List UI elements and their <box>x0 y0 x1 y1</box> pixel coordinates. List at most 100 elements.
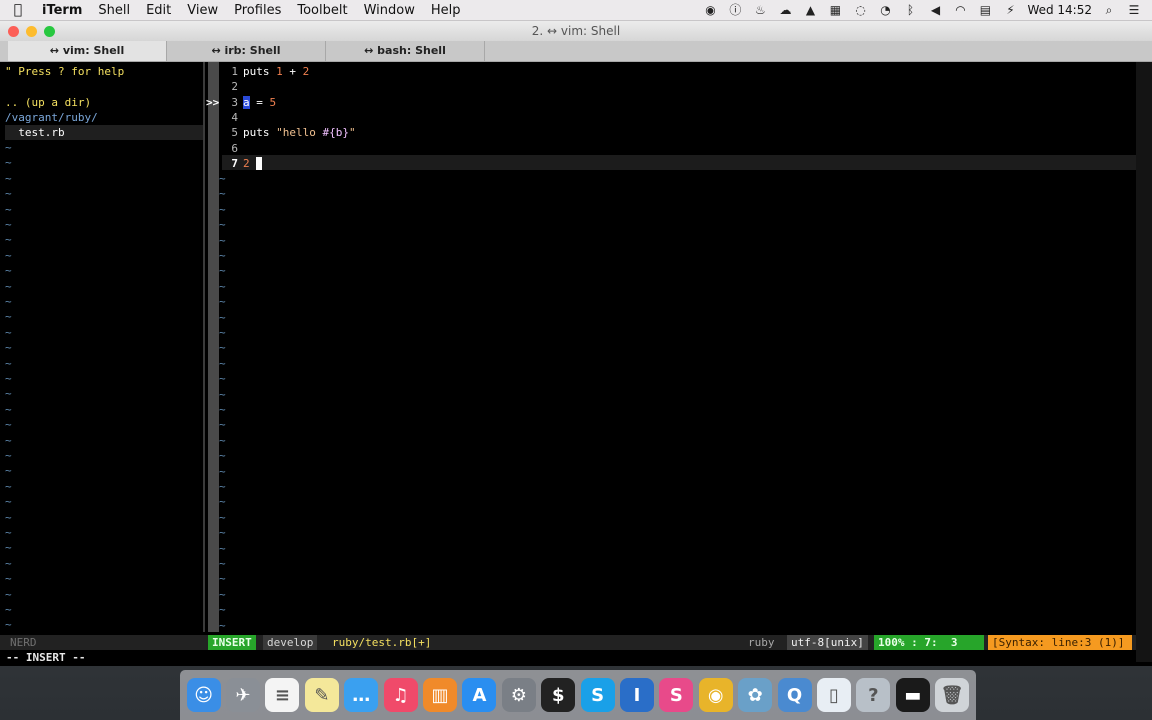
editor-pane[interactable]: ~ ~ ~ ~ ~ ~ ~ ~ ~ ~ ~ ~ ~ ~ ~ ~ ~ ~ ~ ~ ~ ~ ~ ~ ~ ~ ~ ~ ~ ~1 puts 1 + … <box>219 62 1136 632</box>
dock-1password-icon[interactable]: I <box>619 678 654 712</box>
empty-line-marker: ~ <box>219 279 226 293</box>
empty-line-marker: ~ <box>5 433 12 447</box>
empty-line-marker: ~ <box>219 172 226 185</box>
status-line: NERD INSERT develop ruby/test.rb[+] ruby… <box>0 635 1136 650</box>
dock-system-preferences-icon[interactable]: ⚙ <box>501 678 536 712</box>
notification-center-icon[interactable]: ☰ <box>1126 3 1142 17</box>
dock-chrome-icon[interactable]: ◉ <box>698 678 733 712</box>
empty-line-marker: ~ <box>5 603 12 616</box>
onepassword-icon[interactable]: ⓘ <box>727 3 743 17</box>
status-filetype: ruby <box>744 635 779 650</box>
dock-skype-icon[interactable]: S <box>580 678 615 712</box>
sync-icon[interactable]: ◌ <box>852 3 868 17</box>
dock-ibooks-icon[interactable]: ▥ <box>423 678 458 712</box>
dock-terminal-window-icon[interactable]: ▬ <box>895 678 930 712</box>
search-icon[interactable]: ⌕ <box>1101 3 1117 17</box>
empty-line-marker: ~ <box>219 187 226 201</box>
code-token: "hello <box>276 126 323 140</box>
empty-line-marker: ~ <box>5 171 12 185</box>
code-token: 1 <box>276 65 283 78</box>
empty-line-marker: ~ <box>5 510 12 524</box>
window-title: 2. ↔ vim: Shell <box>531 24 621 38</box>
dock-app-store-icon[interactable]: A <box>462 678 497 712</box>
dock-reminders-icon[interactable]: ≡ <box>265 678 300 712</box>
dock-launchpad-icon[interactable]: ✈ <box>226 678 261 712</box>
terminal-scrollbar[interactable] <box>1136 62 1152 662</box>
dock-notes-icon[interactable]: ✎ <box>304 678 339 712</box>
dock: ☺ ✈ ≡ ✎… ♫ ▥ A ⚙ $ S I S ◉ ✿ Q ▯? ▬ 🗑 <box>180 670 976 720</box>
code-token: a <box>243 95 250 109</box>
record-icon[interactable]: ◉ <box>702 3 718 17</box>
adobe-icon[interactable]: ▲ <box>802 3 818 17</box>
dock-document-icon[interactable]: ▯ <box>816 678 851 712</box>
dock-itunes-icon[interactable]: ♫ <box>383 678 418 712</box>
keyboard-icon[interactable]: ▦ <box>827 3 843 17</box>
code-line[interactable]: 72 <box>222 156 263 171</box>
dock-messages-icon[interactable]: … <box>344 678 379 712</box>
empty-line-marker: ~ <box>219 387 226 401</box>
empty-line-marker: ~ <box>219 202 226 216</box>
nerdtree-file[interactable]: test.rb <box>5 125 203 140</box>
menu-app-name[interactable]: iTerm <box>36 3 90 18</box>
menu-window[interactable]: Window <box>356 3 423 18</box>
dock-terminal-icon[interactable]: $ <box>541 678 576 712</box>
empty-line-marker: ~ <box>5 325 12 339</box>
bluetooth-icon[interactable]: ᛒ <box>902 3 918 17</box>
menu-toolbelt[interactable]: Toolbelt <box>289 3 355 18</box>
terminal-view[interactable]: " Press ? for help .. (up a dir) /vagran… <box>0 62 1136 662</box>
dock-help-icon[interactable]: ? <box>856 678 891 712</box>
status-menus: ◉ ⓘ ♨ ☁ ▲ ▦ ◌ ◔ ᛒ ◀ ◠ ▤ ⚡ Wed 14:52 ⌕ ☰ <box>702 0 1142 20</box>
code-line[interactable]: 2 <box>222 79 243 94</box>
wifi-icon[interactable]: ◠ <box>952 3 968 17</box>
empty-line-marker: ~ <box>219 326 226 339</box>
menu-profiles[interactable]: Profiles <box>226 3 289 18</box>
cursor-line-highlight <box>222 155 1136 170</box>
code-line[interactable]: 4 <box>222 110 243 125</box>
menu-edit[interactable]: Edit <box>138 3 179 18</box>
code-token: + <box>282 65 303 78</box>
empty-line-marker: ~ <box>219 510 226 524</box>
battery-icon[interactable]: ⚡ <box>1002 3 1018 17</box>
notification-icon[interactable]: ♨ <box>752 3 768 17</box>
code-line[interactable]: 3a = 5 <box>222 95 276 110</box>
empty-line-marker: ~ <box>5 341 12 355</box>
code-line[interactable]: 1 puts 1 + 2 <box>222 64 309 79</box>
dock-scrivener-icon[interactable]: S <box>659 678 694 712</box>
empty-line-marker: ~ <box>219 310 226 324</box>
dock-preview-icon[interactable]: ✿ <box>738 678 773 712</box>
split-separator[interactable] <box>203 62 205 632</box>
tab-bash[interactable]: ↔ bash: Shell <box>326 41 485 61</box>
line-number: 4 <box>231 110 238 124</box>
menu-help[interactable]: Help <box>423 3 469 18</box>
apple-icon[interactable]:  <box>0 2 36 18</box>
nerdtree-pane[interactable]: " Press ? for help .. (up a dir) /vagran… <box>0 62 203 632</box>
dock-trash-icon[interactable]: 🗑 <box>935 678 970 712</box>
nerdtree-up-dir[interactable]: .. (up a dir) <box>5 95 91 110</box>
window-titlebar[interactable]: 2. ↔ vim: Shell <box>0 21 1152 42</box>
volume-icon[interactable]: ◀ <box>927 3 943 17</box>
menubar-clock[interactable]: Wed 14:52 <box>1027 3 1092 17</box>
status-percent: 100% : 7: 3 <box>874 635 984 650</box>
empty-line-marker: ~ <box>5 187 12 201</box>
empty-line-marker: ~ <box>219 372 226 386</box>
line-number: 1 <box>231 65 238 78</box>
flag-icon[interactable]: ▤ <box>977 3 993 17</box>
time-machine-icon[interactable]: ◔ <box>877 3 893 17</box>
nerdtree-path[interactable]: /vagrant/ruby/ <box>5 110 98 125</box>
command-line[interactable]: -- INSERT -- <box>0 650 1136 662</box>
empty-line-marker: ~ <box>219 618 226 632</box>
menu-shell[interactable]: Shell <box>90 3 138 18</box>
menu-view[interactable]: View <box>179 3 226 18</box>
empty-line-marker: ~ <box>219 295 226 309</box>
code-line[interactable]: 5 puts "hello #{b}" <box>222 125 355 140</box>
empty-line-marker: ~ <box>5 279 12 293</box>
cloud-icon[interactable]: ☁ <box>777 3 793 17</box>
tab-vim[interactable]: ↔ vim: Shell <box>8 41 167 61</box>
empty-line-marker: ~ <box>219 403 226 416</box>
empty-line-marker: ~ <box>5 264 12 278</box>
dock-quicktime-icon[interactable]: Q <box>777 678 812 712</box>
code-line[interactable]: 6 <box>222 141 243 156</box>
sign-marker: >> <box>206 96 220 109</box>
tab-irb[interactable]: ↔ irb: Shell <box>167 41 326 61</box>
dock-finder-icon[interactable]: ☺ <box>186 678 221 712</box>
